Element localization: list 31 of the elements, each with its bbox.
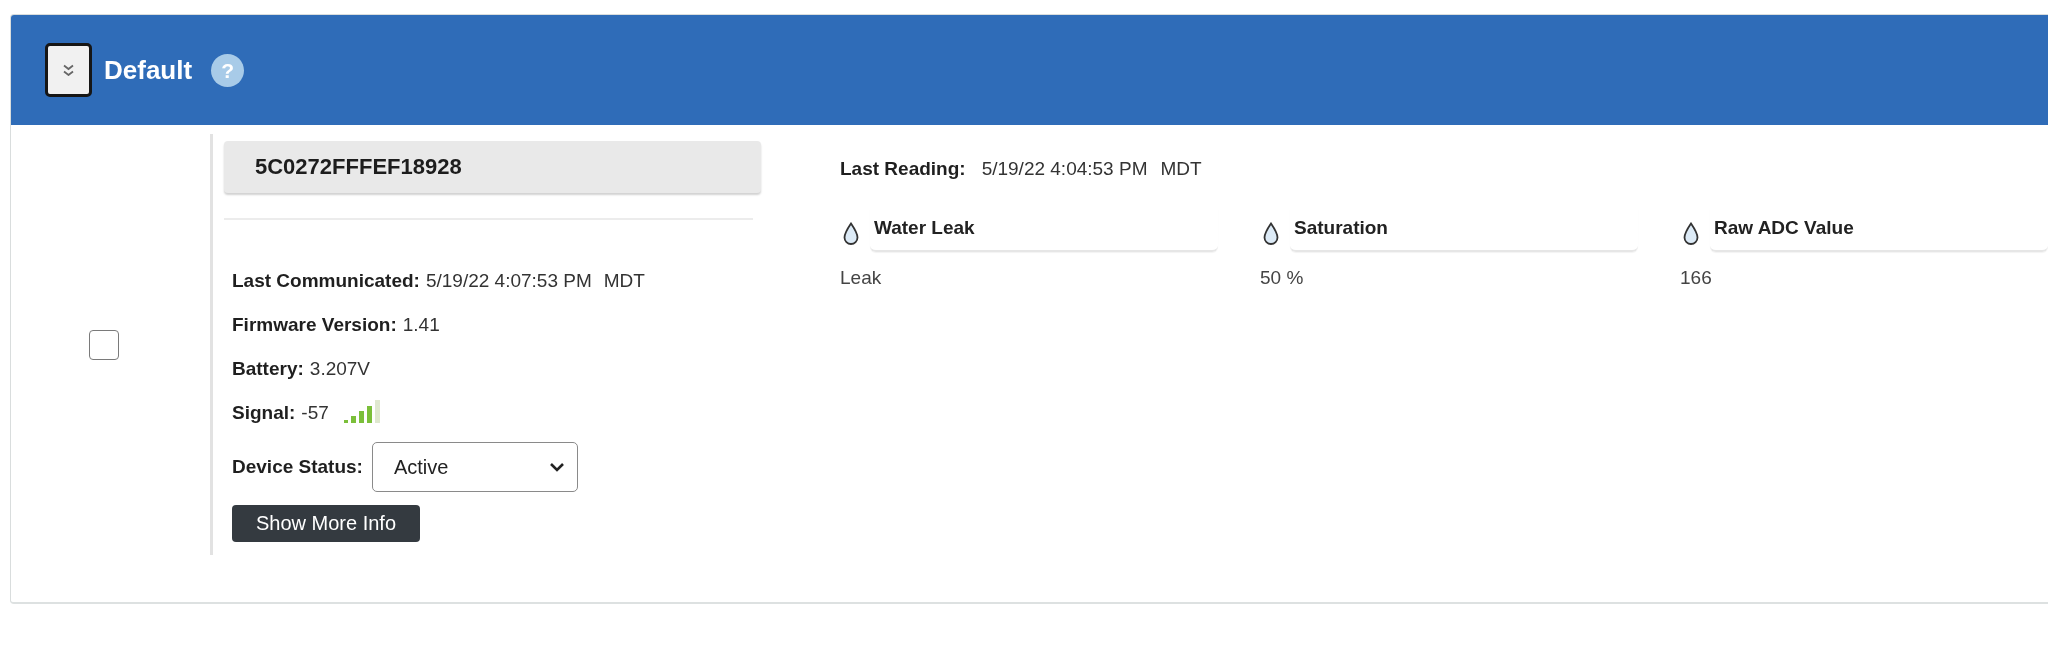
info-value: -57 [301,402,329,424]
signal-bars-icon [342,397,381,423]
group-title: Default [104,54,193,86]
info-label: Last Communicated: [232,270,420,292]
checkbox[interactable] [88,329,119,360]
info-label: Firmware Version: [232,314,397,336]
last-reading-label: Last Reading: [840,158,966,180]
status-label: Device Status: [232,456,363,478]
info-label: Battery: [232,358,304,380]
reading-value: Leak [840,266,883,290]
info-value: 3.207V [309,358,371,380]
chevron-down-icon [548,461,565,473]
info-label: Signal: [232,402,296,424]
timezone-label: MDT [1160,158,1202,180]
reading-title: Raw ADC Value [1710,209,2048,252]
info-value: 5/19/22 4:07:53 PM [425,270,592,292]
info-value: 1.41 [402,314,440,336]
show-more-info-button[interactable]: Show More Info [232,505,420,542]
status-dropdown[interactable]: Active [371,442,578,492]
reading-value: 166 [1680,266,1713,290]
reading-title: Saturation [1290,209,1638,252]
collapse-button[interactable] [45,43,92,97]
double-chevron-icon [63,64,74,76]
device-id-header: 5C0272FFFEF18928 [224,141,761,193]
water-drop-icon [1683,222,1699,246]
water-drop-icon [1263,222,1279,246]
last-reading-value: 5/19/22 4:04:53 PM [981,158,1148,180]
water-drop-icon [843,222,859,246]
timezone-label: MDT [603,270,645,292]
reading-title: Water Leak [870,209,1218,252]
reading-value: 50 % [1260,266,1305,290]
